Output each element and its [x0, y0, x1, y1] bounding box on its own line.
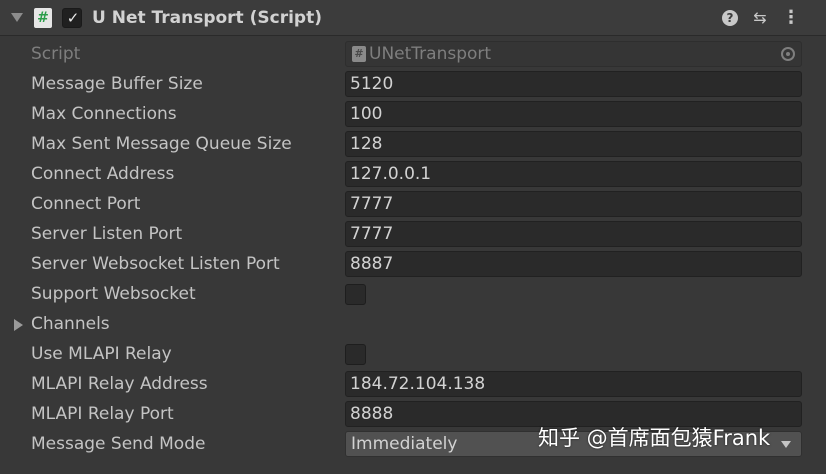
- field-row-connect-port: Connect Port 7777: [0, 189, 826, 219]
- checkmark-icon: ✓: [66, 9, 80, 27]
- foldout-arrow-icon[interactable]: [14, 319, 23, 331]
- script-file-icon: #: [352, 46, 366, 62]
- message-send-mode-value: Immediately: [351, 434, 458, 454]
- max-sent-message-queue-size-label: Max Sent Message Queue Size: [31, 134, 292, 154]
- mlapi-relay-address-label: MLAPI Relay Address: [31, 374, 208, 394]
- script-row: Script # UNetTransport: [0, 39, 826, 69]
- field-row-use-mlapi-relay: Use MLAPI Relay: [0, 339, 826, 369]
- server-listen-port-input[interactable]: 7777: [345, 221, 802, 247]
- message-send-mode-label: Message Send Mode: [31, 434, 206, 454]
- connect-port-label: Connect Port: [31, 194, 141, 214]
- script-object-field[interactable]: # UNetTransport: [345, 41, 802, 67]
- message-buffer-size-input[interactable]: 5120: [345, 71, 802, 97]
- mlapi-relay-port-label: MLAPI Relay Port: [31, 404, 174, 424]
- component-enabled-checkbox[interactable]: ✓: [62, 8, 82, 28]
- field-row-message-buffer-size: Message Buffer Size 5120: [0, 69, 826, 99]
- dropdown-arrow-icon: [781, 441, 791, 448]
- message-buffer-size-label: Message Buffer Size: [31, 74, 203, 94]
- field-row-max-sent-queue: Max Sent Message Queue Size 128: [0, 129, 826, 159]
- component-title: U Net Transport (Script): [92, 8, 322, 28]
- use-mlapi-relay-checkbox[interactable]: [345, 344, 366, 365]
- connect-address-input[interactable]: 127.0.0.1: [345, 161, 802, 187]
- server-websocket-listen-port-input[interactable]: 8887: [345, 251, 802, 277]
- field-row-max-connections: Max Connections 100: [0, 99, 826, 129]
- field-row-mlapi-relay-address: MLAPI Relay Address 184.72.104.138: [0, 369, 826, 399]
- csharp-script-icon: #: [34, 8, 52, 28]
- presets-icon[interactable]: ⇆: [750, 8, 770, 28]
- connect-port-input[interactable]: 7777: [345, 191, 802, 217]
- server-websocket-listen-port-label: Server Websocket Listen Port: [31, 254, 280, 274]
- script-object-value: UNetTransport: [369, 44, 492, 64]
- mlapi-relay-address-input[interactable]: 184.72.104.138: [345, 371, 802, 397]
- field-row-server-listen-port: Server Listen Port 7777: [0, 219, 826, 249]
- support-websocket-checkbox[interactable]: [345, 284, 366, 305]
- max-connections-label: Max Connections: [31, 104, 177, 124]
- field-row-support-websocket: Support Websocket: [0, 279, 826, 309]
- support-websocket-label: Support Websocket: [31, 284, 196, 304]
- script-label: Script: [31, 44, 81, 64]
- channels-label[interactable]: Channels: [31, 309, 110, 339]
- collapse-arrow-icon[interactable]: [11, 13, 23, 22]
- object-picker-icon[interactable]: [781, 47, 795, 61]
- context-menu-icon[interactable]: ⋮: [782, 8, 800, 28]
- field-row-connect-address: Connect Address 127.0.0.1: [0, 159, 826, 189]
- use-mlapi-relay-label: Use MLAPI Relay: [31, 344, 172, 364]
- max-connections-input[interactable]: 100: [345, 101, 802, 127]
- watermark: 知乎 @首席面包猿Frank: [538, 426, 771, 450]
- help-icon[interactable]: ?: [721, 8, 739, 28]
- field-row-server-websocket-listen-port: Server Websocket Listen Port 8887: [0, 249, 826, 279]
- channels-foldout[interactable]: Channels: [0, 309, 826, 339]
- max-sent-message-queue-size-input[interactable]: 128: [345, 131, 802, 157]
- server-listen-port-label: Server Listen Port: [31, 224, 183, 244]
- component-header: # ✓ U Net Transport (Script) ? ⇆ ⋮: [0, 0, 826, 36]
- connect-address-label: Connect Address: [31, 164, 175, 184]
